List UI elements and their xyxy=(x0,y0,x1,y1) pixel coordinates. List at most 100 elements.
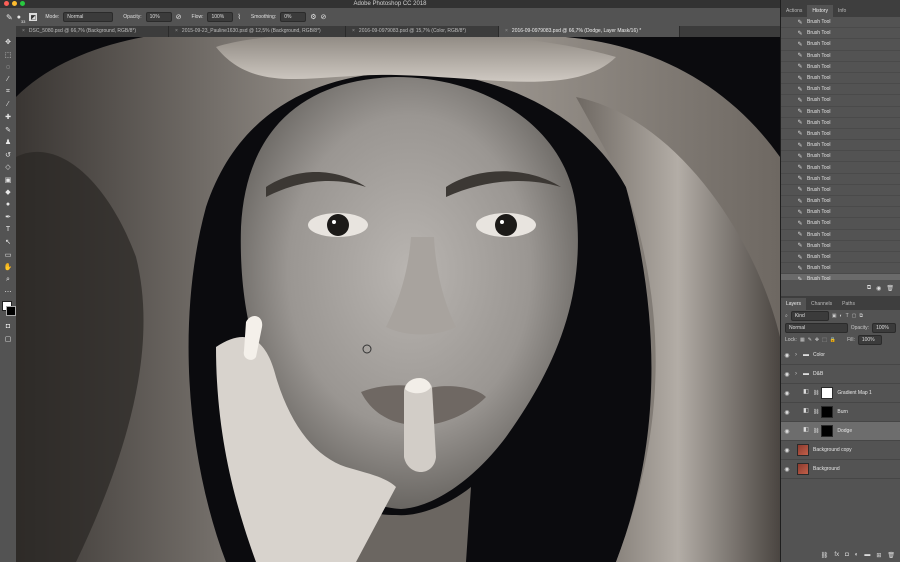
history-item[interactable]: ✎ Brush Tool xyxy=(781,84,900,96)
history-item[interactable]: ✎ Brush Tool xyxy=(781,28,900,40)
fill-field[interactable]: 100% xyxy=(857,335,882,345)
eraser-tool-icon[interactable]: ◇ xyxy=(0,161,16,174)
mask-link-icon[interactable]: ⛓ xyxy=(813,428,819,434)
filter-type-icon[interactable]: T xyxy=(846,313,849,319)
history-item[interactable]: ✎ Brush Tool xyxy=(781,241,900,252)
layer-thumbnail[interactable] xyxy=(797,444,809,456)
type-tool-icon[interactable]: T xyxy=(0,224,16,237)
new-group-icon[interactable]: ▬ xyxy=(864,552,870,558)
visibility-eye-icon[interactable]: ◉ xyxy=(781,466,793,473)
history-item[interactable]: ✎ Brush Tool xyxy=(781,140,900,152)
tab-channels[interactable]: Channels xyxy=(806,298,837,310)
blur-tool-icon[interactable]: ◆ xyxy=(0,186,16,199)
delete-state-icon[interactable]: 🗑 xyxy=(886,285,894,292)
tab-document-2[interactable]: × 2015-09-23_Pauline1630.psd @ 12,5% (Bac… xyxy=(169,26,346,37)
new-adjustment-icon[interactable]: ◐ xyxy=(855,552,859,558)
visibility-eye-icon[interactable]: ◉ xyxy=(781,447,793,454)
layer-row[interactable]: ◉ Background xyxy=(781,460,900,479)
lock-position-icon[interactable]: ✥ xyxy=(815,337,819,343)
history-item[interactable]: ✎ Brush Tool xyxy=(781,73,900,85)
filter-shape-icon[interactable]: ▢ xyxy=(852,313,857,319)
layer-row[interactable]: ◉ ◧ ⛓ Gradient Map 1 xyxy=(781,384,900,403)
visibility-eye-icon[interactable]: ◉ xyxy=(781,409,793,416)
gradient-tool-icon[interactable]: ▣ xyxy=(0,174,16,187)
lock-artboard-icon[interactable]: ⬚ xyxy=(822,337,827,343)
pen-tool-icon[interactable]: ✒ xyxy=(0,211,16,224)
visibility-eye-icon[interactable]: ◉ xyxy=(781,352,793,359)
opacity-field[interactable]: 10% xyxy=(145,12,172,22)
filter-pixel-icon[interactable]: ▣ xyxy=(832,313,837,319)
history-item[interactable]: ✎ Brush Tool xyxy=(781,39,900,51)
layer-mask-thumbnail[interactable] xyxy=(821,406,834,418)
tab-document-3[interactable]: × 2016-09-0979083.psd @ 15,7% (Color, RGB… xyxy=(346,26,499,37)
eyedropper-tool-icon[interactable]: ⁄ xyxy=(0,99,16,112)
clone-stamp-tool-icon[interactable]: ♟ xyxy=(0,136,16,149)
history-item[interactable]: ✎ Brush Tool xyxy=(781,252,900,264)
move-tool-icon[interactable]: ✥ xyxy=(0,36,16,49)
history-item[interactable]: ✎ Brush Tool xyxy=(781,151,900,163)
history-item[interactable]: ✎ Brush Tool xyxy=(781,51,900,62)
tab-paths[interactable]: Paths xyxy=(837,298,860,310)
close-tab-icon[interactable]: × xyxy=(352,28,355,34)
layer-row[interactable]: ◉ › ▬ Color xyxy=(781,346,900,365)
expand-group-icon[interactable]: › xyxy=(795,371,797,377)
mask-link-icon[interactable]: ⛓ xyxy=(813,390,819,396)
more-tools-icon[interactable]: ⋯ xyxy=(0,286,16,299)
history-brush-tool-icon[interactable]: ↺ xyxy=(0,149,16,162)
pressure-opacity-icon[interactable]: ⊘ xyxy=(176,13,182,21)
close-tab-icon[interactable]: × xyxy=(22,28,25,34)
brush-tool-icon[interactable]: ✎ xyxy=(0,124,16,137)
path-select-tool-icon[interactable]: ↖ xyxy=(0,236,16,249)
tab-history[interactable]: History xyxy=(807,5,833,17)
layer-mask-thumbnail[interactable] xyxy=(821,425,834,437)
fx-icon[interactable]: fx xyxy=(834,552,839,558)
quick-select-tool-icon[interactable]: ⁄ xyxy=(0,74,16,87)
history-item[interactable]: ✎ Brush Tool xyxy=(781,196,900,208)
history-item[interactable]: ✎ Brush Tool xyxy=(781,62,900,73)
zoom-tool-icon[interactable]: ⌕ xyxy=(0,274,16,287)
brush-tool-icon[interactable]: ✎ xyxy=(6,13,13,22)
history-item[interactable]: ✎ Brush Tool xyxy=(781,185,900,196)
lock-all-icon[interactable]: 🔒 xyxy=(830,337,836,343)
lasso-tool-icon[interactable]: ◌ xyxy=(0,61,16,74)
history-item[interactable]: ✎ Brush Tool xyxy=(781,274,900,280)
hand-tool-icon[interactable]: ✋ xyxy=(0,261,16,274)
layer-row[interactable]: ◉ › ▬ D&B xyxy=(781,365,900,384)
marquee-tool-icon[interactable]: ⬚ xyxy=(0,49,16,62)
healing-brush-tool-icon[interactable]: ✚ xyxy=(0,111,16,124)
close-tab-icon[interactable]: × xyxy=(175,28,178,34)
blend-mode-select[interactable]: Normal xyxy=(785,323,848,333)
snapshot-icon[interactable]: ◉ xyxy=(876,285,881,292)
layer-filter-select[interactable]: Kind xyxy=(790,311,829,321)
layer-row[interactable]: ◉ ◧ ⛓ Dodge xyxy=(781,422,900,441)
layer-thumbnail[interactable] xyxy=(797,463,809,475)
tab-document-1[interactable]: × DSC_5080.psd @ 66,7% (Background, RGB/8… xyxy=(16,26,169,37)
visibility-eye-icon[interactable]: ◉ xyxy=(781,390,793,397)
screen-mode-icon[interactable]: ▢ xyxy=(0,333,16,346)
brush-settings-icon[interactable]: ◩ xyxy=(29,13,38,21)
visibility-eye-icon[interactable]: ◉ xyxy=(781,428,793,435)
link-layers-icon[interactable]: ⛓ xyxy=(821,552,829,559)
filter-smart-icon[interactable]: ⧉ xyxy=(859,313,863,319)
lock-paint-icon[interactable]: ✎ xyxy=(808,337,812,343)
delete-layer-icon[interactable]: 🗑 xyxy=(887,552,895,559)
new-layer-icon[interactable]: ⊞ xyxy=(876,552,881,559)
layer-row[interactable]: ◉ Background copy xyxy=(781,441,900,460)
mask-link-icon[interactable]: ⛓ xyxy=(813,409,819,415)
color-swatches[interactable] xyxy=(0,299,16,321)
history-item[interactable]: ✎ Brush Tool xyxy=(781,263,900,275)
visibility-eye-icon[interactable]: ◉ xyxy=(781,371,793,378)
quick-mask-icon[interactable]: ◘ xyxy=(0,321,16,334)
history-item[interactable]: ✎ Brush Tool xyxy=(781,129,900,141)
crop-tool-icon[interactable]: ⌗ xyxy=(0,86,16,99)
tab-info[interactable]: Info xyxy=(833,5,851,17)
smoothing-field[interactable]: 0% xyxy=(280,12,307,22)
tab-document-4[interactable]: × 2016-09-0979083.psd @ 66,7% (Dodge, Lay… xyxy=(499,26,680,37)
new-document-from-state-icon[interactable]: ⧉ xyxy=(867,285,871,292)
add-mask-icon[interactable]: ◘ xyxy=(845,552,849,558)
document-canvas[interactable] xyxy=(16,37,780,562)
history-item[interactable]: ✎ Brush Tool xyxy=(781,174,900,185)
tab-actions[interactable]: Actions xyxy=(781,5,807,17)
pressure-size-icon[interactable]: ⊘ xyxy=(320,13,326,21)
close-tab-icon[interactable]: × xyxy=(505,28,508,34)
